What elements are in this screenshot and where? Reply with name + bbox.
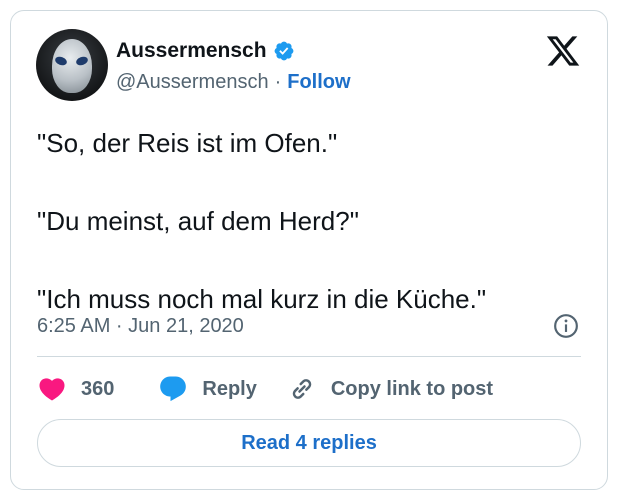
reply-label: Reply	[202, 377, 257, 400]
tweet-card: Aussermensch @Aussermensch · Follow "So,…	[10, 10, 608, 490]
tweet-timestamp[interactable]: 6:25 AM · Jun 21, 2020	[37, 315, 244, 338]
verified-badge-icon	[274, 41, 293, 61]
copy-link-label: Copy link to post	[330, 377, 494, 400]
author-name-row: Aussermensch	[116, 39, 295, 63]
tweet-line: "Ich muss noch mal kurz in die Küche."	[37, 284, 487, 314]
avatar-alien-head	[52, 39, 92, 93]
author-handle[interactable]: @Aussermensch	[116, 71, 269, 94]
info-icon[interactable]	[553, 313, 579, 339]
tweet-line: "So, der Reis ist im Ofen."	[37, 128, 338, 158]
author-name[interactable]: Aussermensch	[116, 39, 267, 63]
tweet-line: "Du meinst, auf dem Herd?"	[37, 206, 359, 236]
avatar[interactable]	[36, 29, 108, 101]
author-handle-row: @Aussermensch · Follow	[116, 71, 351, 94]
copy-link-button[interactable]: Copy link to post	[287, 374, 493, 404]
heart-icon	[39, 378, 65, 401]
x-logo-icon[interactable]	[545, 33, 581, 69]
reply-button[interactable]: Reply	[158, 374, 257, 404]
like-count: 360	[81, 377, 115, 400]
read-replies-button[interactable]: Read 4 replies	[37, 419, 581, 467]
divider	[37, 356, 581, 357]
link-icon	[292, 379, 312, 399]
reply-bubble-icon	[160, 376, 187, 402]
action-bar: 360 Reply Copy link to post	[37, 373, 493, 405]
like-button[interactable]: 360	[37, 374, 114, 404]
follow-button[interactable]: Follow	[287, 71, 350, 94]
separator-dot: ·	[274, 71, 282, 93]
